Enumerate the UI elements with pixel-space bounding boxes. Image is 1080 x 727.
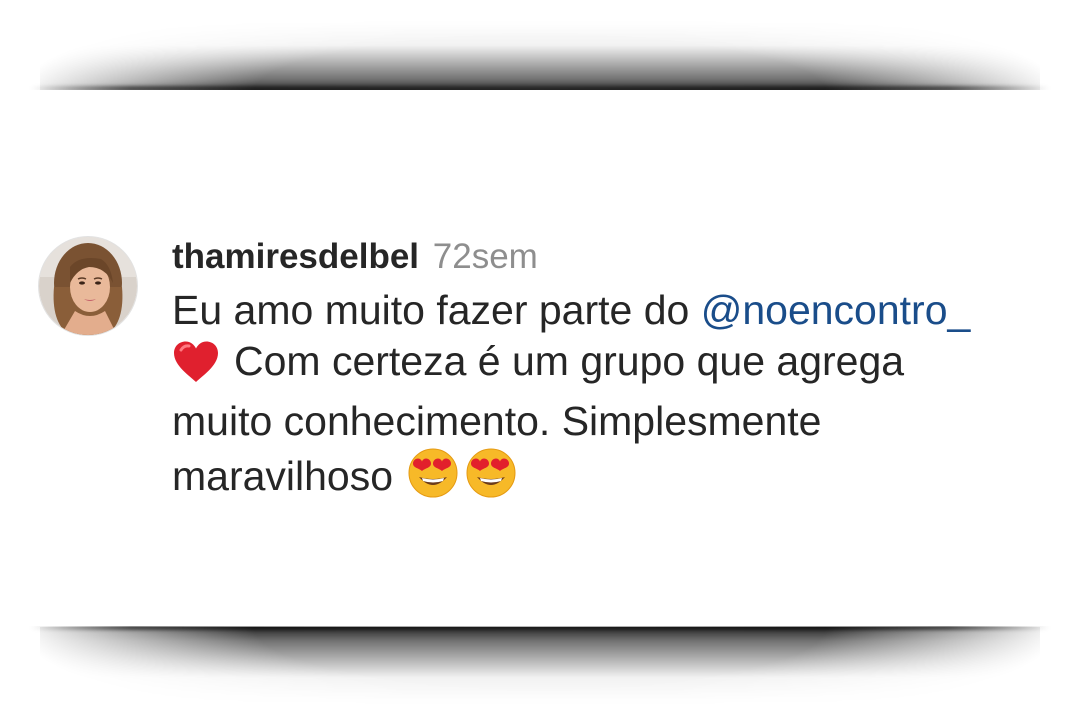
avatar-photo <box>39 237 137 335</box>
heart-eyes-emoji-icon <box>407 447 459 511</box>
screenshot-frame: thamiresdelbel 72sem Eu amo muito fazer … <box>0 0 1080 727</box>
comment-timestamp[interactable]: 72sem <box>433 237 538 276</box>
comment-text-part: Eu amo muito fazer parte do <box>172 287 701 333</box>
mention-link[interactable]: @noencontro_ <box>701 287 971 333</box>
comment-text-line: muito conhecimento. Simplesmente <box>172 398 822 444</box>
comment-body: thamiresdelbel 72sem Eu amo muito fazer … <box>172 236 1072 511</box>
avatar[interactable] <box>38 236 138 336</box>
comment-text-line: maravilhoso <box>172 453 394 499</box>
bottom-paper-shadow <box>40 627 1040 705</box>
comment-text: Eu amo muito fazer parte do @noencontro_… <box>172 285 1072 511</box>
red-heart-icon <box>172 340 220 396</box>
comment-meta: thamiresdelbel 72sem <box>172 237 1072 277</box>
comment-text-line: Com certeza é um grupo que agrega <box>234 338 905 384</box>
comment: thamiresdelbel 72sem Eu amo muito fazer … <box>38 236 1068 511</box>
username-link[interactable]: thamiresdelbel <box>172 237 419 276</box>
top-paper-shadow <box>40 20 1040 92</box>
heart-eyes-emoji-icon <box>465 447 517 511</box>
